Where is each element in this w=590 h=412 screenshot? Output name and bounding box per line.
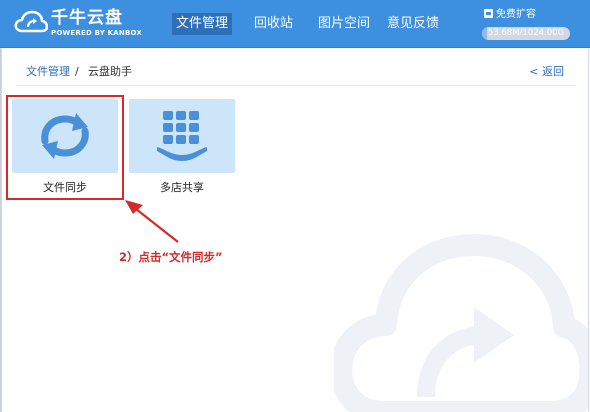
breadcrumb-current: 云盘助手	[88, 65, 132, 78]
storage-usage-text: 53.68M/1024.00G	[487, 28, 565, 38]
breadcrumb-separator: /	[75, 65, 79, 78]
storage-widget: 免费扩容 53.68M/1024.00G	[482, 8, 582, 42]
brand-subtitle: POWERED BY KANBOX	[51, 29, 142, 37]
free-expand-link[interactable]: 免费扩容	[484, 8, 536, 22]
tile-multi-store-share[interactable]: 多店共享	[129, 99, 235, 199]
content-panel: 文件管理 / 云盘助手 < 返回 文件同步 多店共享 2）点击“文件同步”	[1, 49, 589, 412]
tutorial-arrow-icon	[125, 200, 179, 243]
brand-title: 千牛云盘	[51, 8, 123, 28]
expand-icon	[484, 9, 493, 18]
free-expand-label: 免费扩容	[496, 9, 536, 20]
breadcrumb-root[interactable]: 文件管理	[26, 65, 70, 79]
cloud-watermark-icon	[334, 234, 588, 412]
nav-image-space[interactable]: 图片空间	[314, 13, 374, 35]
back-link[interactable]: < 返回	[529, 65, 564, 79]
nav-recycle-bin[interactable]: 回收站	[250, 13, 297, 35]
nav-file-management[interactable]: 文件管理	[172, 13, 233, 35]
breadcrumb: 文件管理 / 云盘助手 < 返回	[16, 59, 576, 86]
tutorial-highlight-box	[6, 95, 124, 200]
tile-multi-store-share-label: 多店共享	[160, 181, 204, 194]
storage-usage-bar: 53.68M/1024.00G	[482, 27, 570, 40]
app-header: 千牛云盘 POWERED BY KANBOX 文件管理 回收站 图片空间 意见反…	[0, 0, 590, 48]
nav-feedback[interactable]: 意见反馈	[383, 13, 443, 35]
cloud-logo-icon	[14, 10, 48, 33]
tutorial-annotation-text: 2）点击“文件同步”	[119, 250, 223, 264]
share-grid-icon	[157, 111, 207, 161]
brand-logo[interactable]: 千牛云盘 POWERED BY KANBOX	[14, 8, 142, 40]
